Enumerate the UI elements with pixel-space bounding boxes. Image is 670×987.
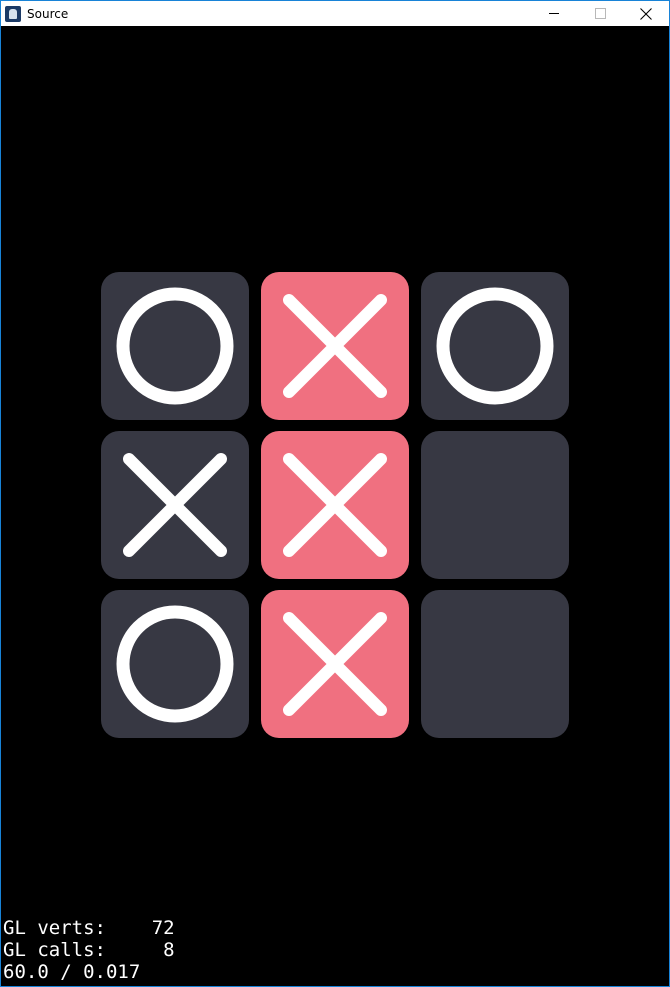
o-mark-icon	[116, 287, 234, 405]
o-mark-icon	[116, 605, 234, 723]
board-cell-r1-c0[interactable]	[101, 431, 249, 579]
app-window: Source GL verts: 72 GL calls: 8 60.0 / 0.0…	[0, 0, 670, 987]
gl-calls-stat: GL calls: 8	[3, 939, 175, 961]
o-mark-icon	[436, 287, 554, 405]
title-bar[interactable]: Source	[1, 1, 669, 26]
board-cell-r0-c0[interactable]	[101, 272, 249, 420]
game-viewport: GL verts: 72 GL calls: 8 60.0 / 0.017	[1, 26, 669, 986]
fps-stat: 60.0 / 0.017	[3, 961, 141, 983]
board-cell-r1-c1[interactable]	[261, 431, 409, 579]
board-cell-r2-c1[interactable]	[261, 590, 409, 738]
x-mark-icon	[283, 612, 387, 716]
close-button[interactable]	[623, 1, 669, 26]
maximize-button[interactable]	[577, 1, 623, 26]
board-cell-r1-c2[interactable]	[421, 431, 569, 579]
board-cell-r0-c1[interactable]	[261, 272, 409, 420]
x-mark-icon	[283, 294, 387, 398]
debug-overlay: GL verts: 72 GL calls: 8 60.0 / 0.017	[3, 917, 175, 983]
window-title: Source	[27, 6, 69, 21]
app-icon	[5, 5, 21, 22]
board-cell-r0-c2[interactable]	[421, 272, 569, 420]
minimize-button[interactable]	[531, 1, 577, 26]
x-mark-icon	[283, 453, 387, 557]
gl-verts-stat: GL verts: 72	[3, 917, 175, 939]
board-cell-r2-c0[interactable]	[101, 590, 249, 738]
x-mark-icon	[123, 453, 227, 557]
board-cell-r2-c2[interactable]	[421, 590, 569, 738]
window-controls	[531, 1, 669, 26]
close-icon	[640, 8, 652, 20]
